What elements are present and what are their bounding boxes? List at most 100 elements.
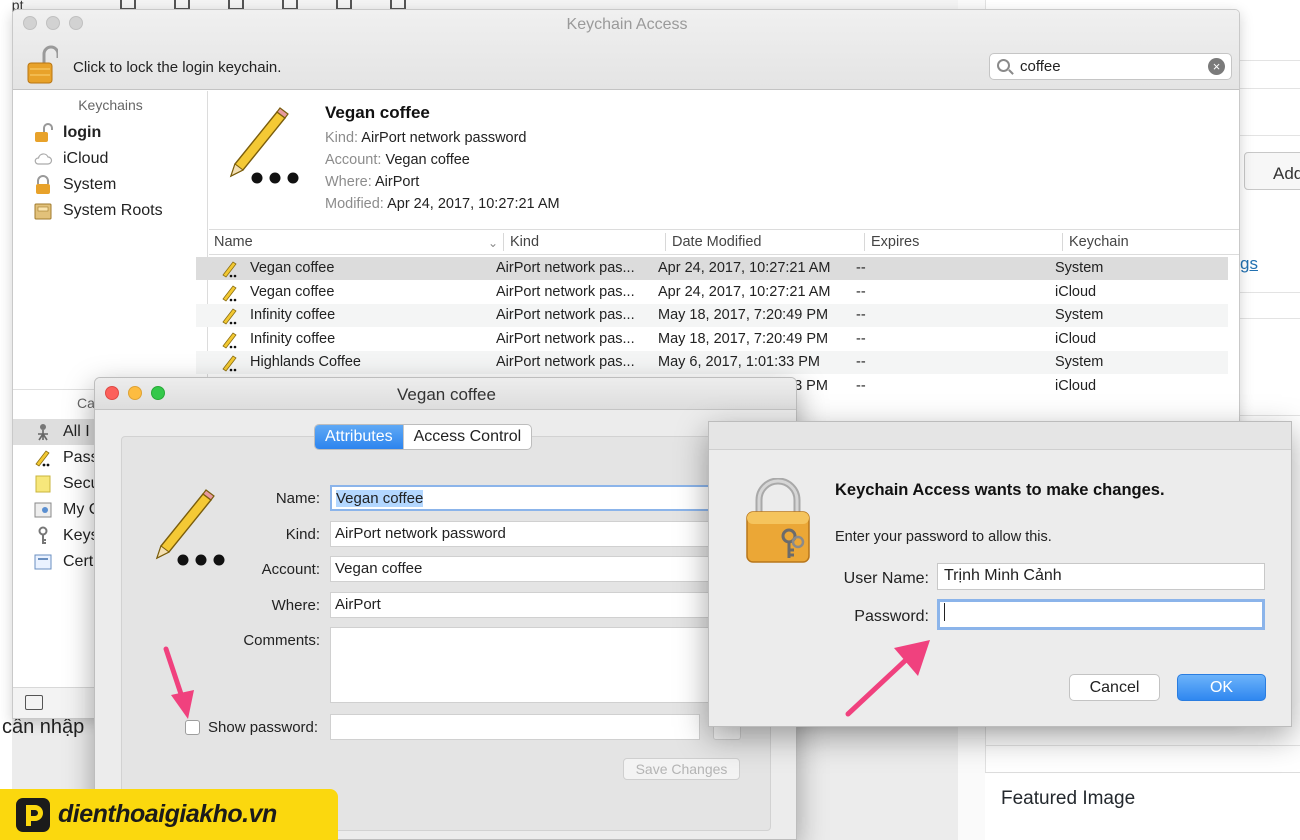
- cell-keychain: iCloud: [1055, 331, 1097, 347]
- account-field-value: Vegan coffee: [335, 560, 423, 577]
- cell-expires: --: [856, 331, 866, 347]
- background-divider: [985, 745, 1300, 746]
- cell-keychain: System: [1055, 260, 1104, 276]
- background-document: [0, 0, 12, 840]
- search-query: coffee: [1020, 58, 1061, 75]
- window-titlebar: Keychain Access Click to lock the login …: [13, 10, 1239, 90]
- column-header-name[interactable]: Name: [214, 234, 253, 250]
- info-kind-value: AirPort network password: [361, 130, 527, 146]
- sidebar-item-keys[interactable]: Keys: [33, 524, 99, 548]
- cell-kind: AirPort network pas...: [496, 284, 635, 300]
- add-button[interactable]: Add: [1244, 152, 1300, 190]
- dialog-title: Keychain Access wants to make changes.: [835, 481, 1165, 499]
- password-field[interactable]: [330, 714, 700, 740]
- tab-access-control[interactable]: Access Control: [402, 425, 532, 449]
- info-modified: Modified: Apr 24, 2017, 10:27:21 AM: [325, 196, 560, 212]
- sidebar-item-icloud[interactable]: iCloud: [33, 147, 108, 171]
- item-detail-window: Vegan coffee Attributes Access Control N…: [94, 377, 797, 840]
- name-label: Name:: [275, 490, 320, 507]
- sidebar-item-passwords[interactable]: Pass: [33, 446, 99, 470]
- show-password-label: Show password:: [208, 719, 319, 736]
- name-field-value: Vegan coffee: [336, 490, 424, 507]
- annotation-arrow-icon: [845, 640, 930, 717]
- table-row[interactable]: Highlands Coffee AirPort network pas... …: [196, 351, 1228, 374]
- table-row[interactable]: Vegan coffee AirPort network pas... Apr …: [196, 281, 1228, 304]
- cell-expires: --: [856, 378, 866, 394]
- column-header-keychain[interactable]: Keychain: [1069, 234, 1129, 250]
- password-field[interactable]: [937, 599, 1265, 630]
- clear-search-icon[interactable]: ×: [1208, 58, 1225, 75]
- featured-image-title[interactable]: Featured Image: [1001, 788, 1135, 810]
- sidebar-item-label: System: [63, 176, 117, 193]
- brand-icon: [16, 798, 50, 832]
- watermark-text: dienthoaigiakho.vn: [58, 800, 277, 828]
- tab-attributes[interactable]: Attributes: [315, 425, 403, 449]
- table-row[interactable]: Vegan coffee AirPort network pas... Apr …: [196, 257, 1228, 280]
- cell-date: Apr 24, 2017, 10:27:21 AM: [658, 260, 831, 276]
- sidebar-item-label: Cert: [63, 553, 94, 570]
- table-row[interactable]: Infinity coffee AirPort network pas... M…: [196, 328, 1228, 351]
- lock-icon: [746, 478, 810, 563]
- pencil-icon: [222, 308, 237, 325]
- cell-keychain: iCloud: [1055, 378, 1097, 394]
- username-field[interactable]: Trịnh Minh Cảnh: [937, 563, 1265, 590]
- where-label: Where:: [271, 597, 320, 614]
- cell-expires: --: [856, 284, 866, 300]
- sidebar-item-all-items-label[interactable]: All I: [33, 420, 90, 444]
- cell-keychain: iCloud: [1055, 284, 1097, 300]
- cell-expires: --: [856, 354, 866, 370]
- sidebar-item-label: All I: [63, 423, 90, 440]
- search-input[interactable]: coffee ×: [989, 53, 1232, 80]
- cell-expires: --: [856, 307, 866, 323]
- cloud-icon: [34, 153, 53, 165]
- pencil-icon: [222, 261, 237, 278]
- info-account-value: Vegan coffee: [385, 152, 470, 168]
- pencil-icon: [35, 450, 50, 467]
- sidebar-item-system-roots[interactable]: System Roots: [33, 199, 163, 223]
- cell-name: Vegan coffee: [250, 284, 335, 300]
- sort-chevron-icon[interactable]: ⌄: [488, 236, 498, 250]
- cell-date: May 18, 2017, 7:20:49 PM: [658, 307, 829, 323]
- sidebar-item-label: iCloud: [63, 150, 109, 167]
- column-header-date-modified[interactable]: Date Modified: [672, 234, 761, 250]
- lock-keychain-text: Click to lock the login keychain.: [73, 59, 282, 76]
- sidebar-item-secure-notes[interactable]: Secu: [33, 472, 99, 496]
- cell-kind: AirPort network pas...: [496, 331, 635, 347]
- sidebar-item-system[interactable]: System: [33, 173, 116, 197]
- save-changes-button[interactable]: Save Changes: [623, 758, 740, 780]
- info-account: Account: Vegan coffee: [325, 152, 470, 168]
- key-icon: [38, 526, 48, 544]
- lock-open-icon[interactable]: [26, 45, 58, 85]
- cancel-button[interactable]: Cancel: [1069, 674, 1160, 701]
- search-icon: [997, 59, 1010, 72]
- where-field-value: AirPort: [335, 596, 381, 613]
- comments-label: Comments:: [243, 632, 320, 649]
- cell-name: Highlands Coffee: [250, 354, 361, 370]
- info-where-label: Where:: [325, 174, 372, 190]
- column-header-expires[interactable]: Expires: [871, 234, 919, 250]
- tags-link[interactable]: gs: [1240, 254, 1258, 274]
- ok-button[interactable]: OK: [1177, 674, 1266, 701]
- item-title: Vegan coffee: [325, 103, 430, 122]
- cell-keychain: System: [1055, 307, 1104, 323]
- show-status-button[interactable]: [25, 695, 43, 710]
- certificate-icon: [34, 502, 52, 518]
- window-title: Keychain Access: [566, 16, 688, 33]
- info-kind: Kind: AirPort network password: [325, 130, 527, 146]
- sidebar-item-my-certificates[interactable]: My C: [33, 498, 100, 522]
- detail-window-titlebar: Vegan coffee: [95, 378, 796, 410]
- sidebar-item-certificates[interactable]: Cert: [33, 550, 93, 574]
- info-kind-label: Kind:: [325, 130, 359, 146]
- table-row[interactable]: Infinity coffee AirPort network pas... M…: [196, 304, 1228, 327]
- sidebar-item-login[interactable]: login: [33, 121, 101, 145]
- info-where-value: AirPort: [374, 174, 420, 190]
- kind-label: Kind:: [285, 526, 320, 543]
- info-modified-value: Apr 24, 2017, 10:27:21 AM: [387, 196, 560, 212]
- cell-date: May 6, 2017, 1:01:33 PM: [658, 354, 821, 370]
- username-field-value: Trịnh Minh Cảnh: [944, 567, 1062, 584]
- cell-name: Vegan coffee: [250, 260, 335, 276]
- account-label: Account:: [261, 561, 320, 578]
- cell-keychain: System: [1055, 354, 1104, 370]
- column-header-kind[interactable]: Kind: [510, 234, 539, 250]
- cell-name: Infinity coffee: [250, 331, 336, 347]
